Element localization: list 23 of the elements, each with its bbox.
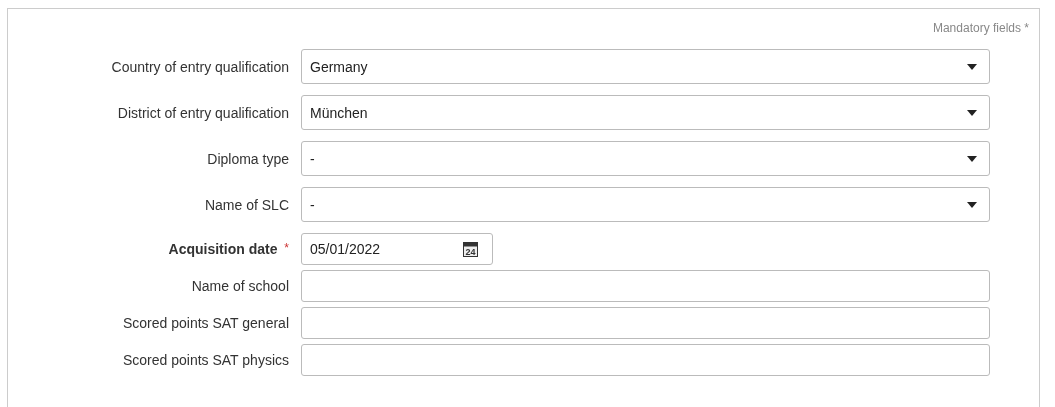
field-label: Country of entry qualification <box>111 58 289 75</box>
text-field[interactable] <box>301 344 990 376</box>
field-label: Scored points SAT physics <box>123 352 289 368</box>
text-field[interactable] <box>301 270 990 302</box>
caret-icon <box>967 109 977 116</box>
dropdown-field[interactable]: München <box>301 95 990 130</box>
field-label: Diploma type <box>207 150 289 167</box>
required-asterisk: * <box>284 241 289 255</box>
date-field[interactable]: 05/01/2022 24 <box>301 233 493 265</box>
caret-icon <box>967 155 977 162</box>
field-label: Name of school <box>191 278 289 294</box>
caret-icon <box>967 63 977 70</box>
field-label: Name of SLC <box>204 196 289 213</box>
mandatory-fields-note: Mandatory fields * <box>932 21 1029 35</box>
dropdown-field[interactable]: - <box>301 141 990 176</box>
field-label: Scored points SAT general <box>122 315 289 331</box>
caret-icon <box>967 201 977 208</box>
field-label: District of entry qualification <box>117 104 289 121</box>
field-label: Acquisition date <box>168 241 278 257</box>
dropdown-field[interactable]: - <box>301 187 990 222</box>
calendar-icon[interactable]: 24 <box>463 241 478 257</box>
text-field[interactable] <box>301 307 990 339</box>
dropdown-field[interactable]: Germany <box>301 49 990 84</box>
